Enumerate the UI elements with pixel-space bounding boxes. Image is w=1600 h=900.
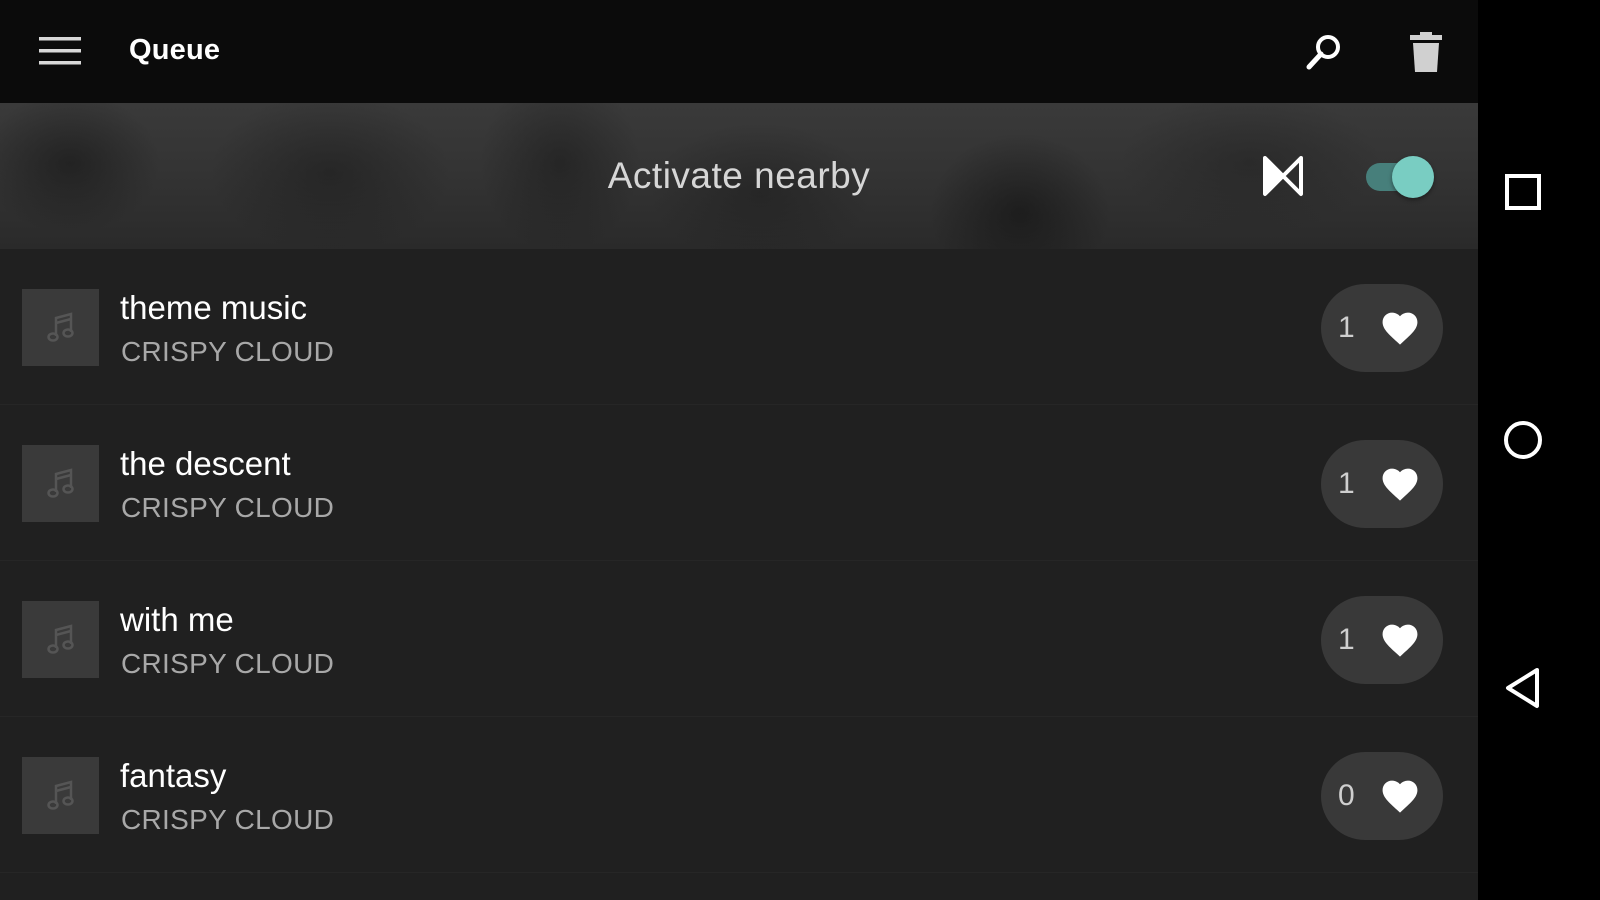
menu-button[interactable] <box>32 26 88 76</box>
trash-icon <box>1410 32 1442 72</box>
nearby-toggle[interactable] <box>1364 153 1440 199</box>
vote-count: 0 <box>1338 779 1355 812</box>
vote-count: 1 <box>1338 467 1355 500</box>
queue-item[interactable]: fantasy CRISPY CLOUD 0 <box>0 717 1478 873</box>
song-artist: CRISPY CLOUD <box>121 804 335 835</box>
queue-item[interactable]: the descent CRISPY CLOUD 1 <box>0 405 1478 561</box>
vote-count: 1 <box>1338 623 1355 656</box>
song-artist: CRISPY CLOUD <box>121 492 335 523</box>
back-button[interactable] <box>1493 658 1553 718</box>
queue-item[interactable]: with me CRISPY CLOUD 1 <box>0 561 1478 717</box>
hamburger-menu-icon <box>39 37 81 65</box>
song-title: the descent <box>120 445 291 482</box>
heart-icon <box>1382 780 1418 813</box>
page-title: Queue <box>129 34 221 66</box>
album-art <box>22 757 99 834</box>
song-artist: CRISPY CLOUD <box>121 648 335 679</box>
queue-list: theme music CRISPY CLOUD 1 the descent C… <box>0 249 1478 873</box>
vote-button[interactable]: 1 <box>1321 284 1443 372</box>
nearby-share-icon <box>1263 156 1303 196</box>
album-art <box>22 445 99 522</box>
album-art <box>22 601 99 678</box>
vote-count: 1 <box>1338 311 1355 344</box>
search-icon <box>1306 35 1340 70</box>
home-icon <box>1504 421 1542 459</box>
queue-item[interactable]: theme music CRISPY CLOUD 1 <box>0 249 1478 405</box>
banner-label: Activate nearby <box>607 155 871 196</box>
music-note-icon <box>46 311 74 342</box>
song-title: with me <box>120 601 234 638</box>
app-screen: Queue Activate nearby theme music CRISPY… <box>0 0 1478 900</box>
heart-icon <box>1382 624 1418 657</box>
album-art <box>22 289 99 366</box>
song-artist: CRISPY CLOUD <box>121 336 335 367</box>
vote-button[interactable]: 1 <box>1321 596 1443 684</box>
heart-icon <box>1382 468 1418 501</box>
nearby-banner: Activate nearby <box>0 103 1478 249</box>
vote-button[interactable]: 1 <box>1321 440 1443 528</box>
nearby-share-button[interactable] <box>1262 155 1304 197</box>
song-title: fantasy <box>120 757 227 794</box>
recents-icon <box>1505 174 1541 210</box>
toggle-thumb <box>1392 156 1434 198</box>
home-button[interactable] <box>1493 410 1553 470</box>
recents-button[interactable] <box>1493 162 1553 222</box>
back-icon <box>1506 668 1539 708</box>
toolbar: Queue <box>0 0 1478 103</box>
search-button[interactable] <box>1298 26 1350 78</box>
song-title: theme music <box>120 289 308 326</box>
system-nav-bar <box>1478 0 1600 900</box>
music-note-icon <box>46 467 74 498</box>
music-note-icon <box>46 779 74 810</box>
heart-icon <box>1382 312 1418 345</box>
clear-queue-button[interactable] <box>1400 26 1452 78</box>
vote-button[interactable]: 0 <box>1321 752 1443 840</box>
music-note-icon <box>46 623 74 654</box>
